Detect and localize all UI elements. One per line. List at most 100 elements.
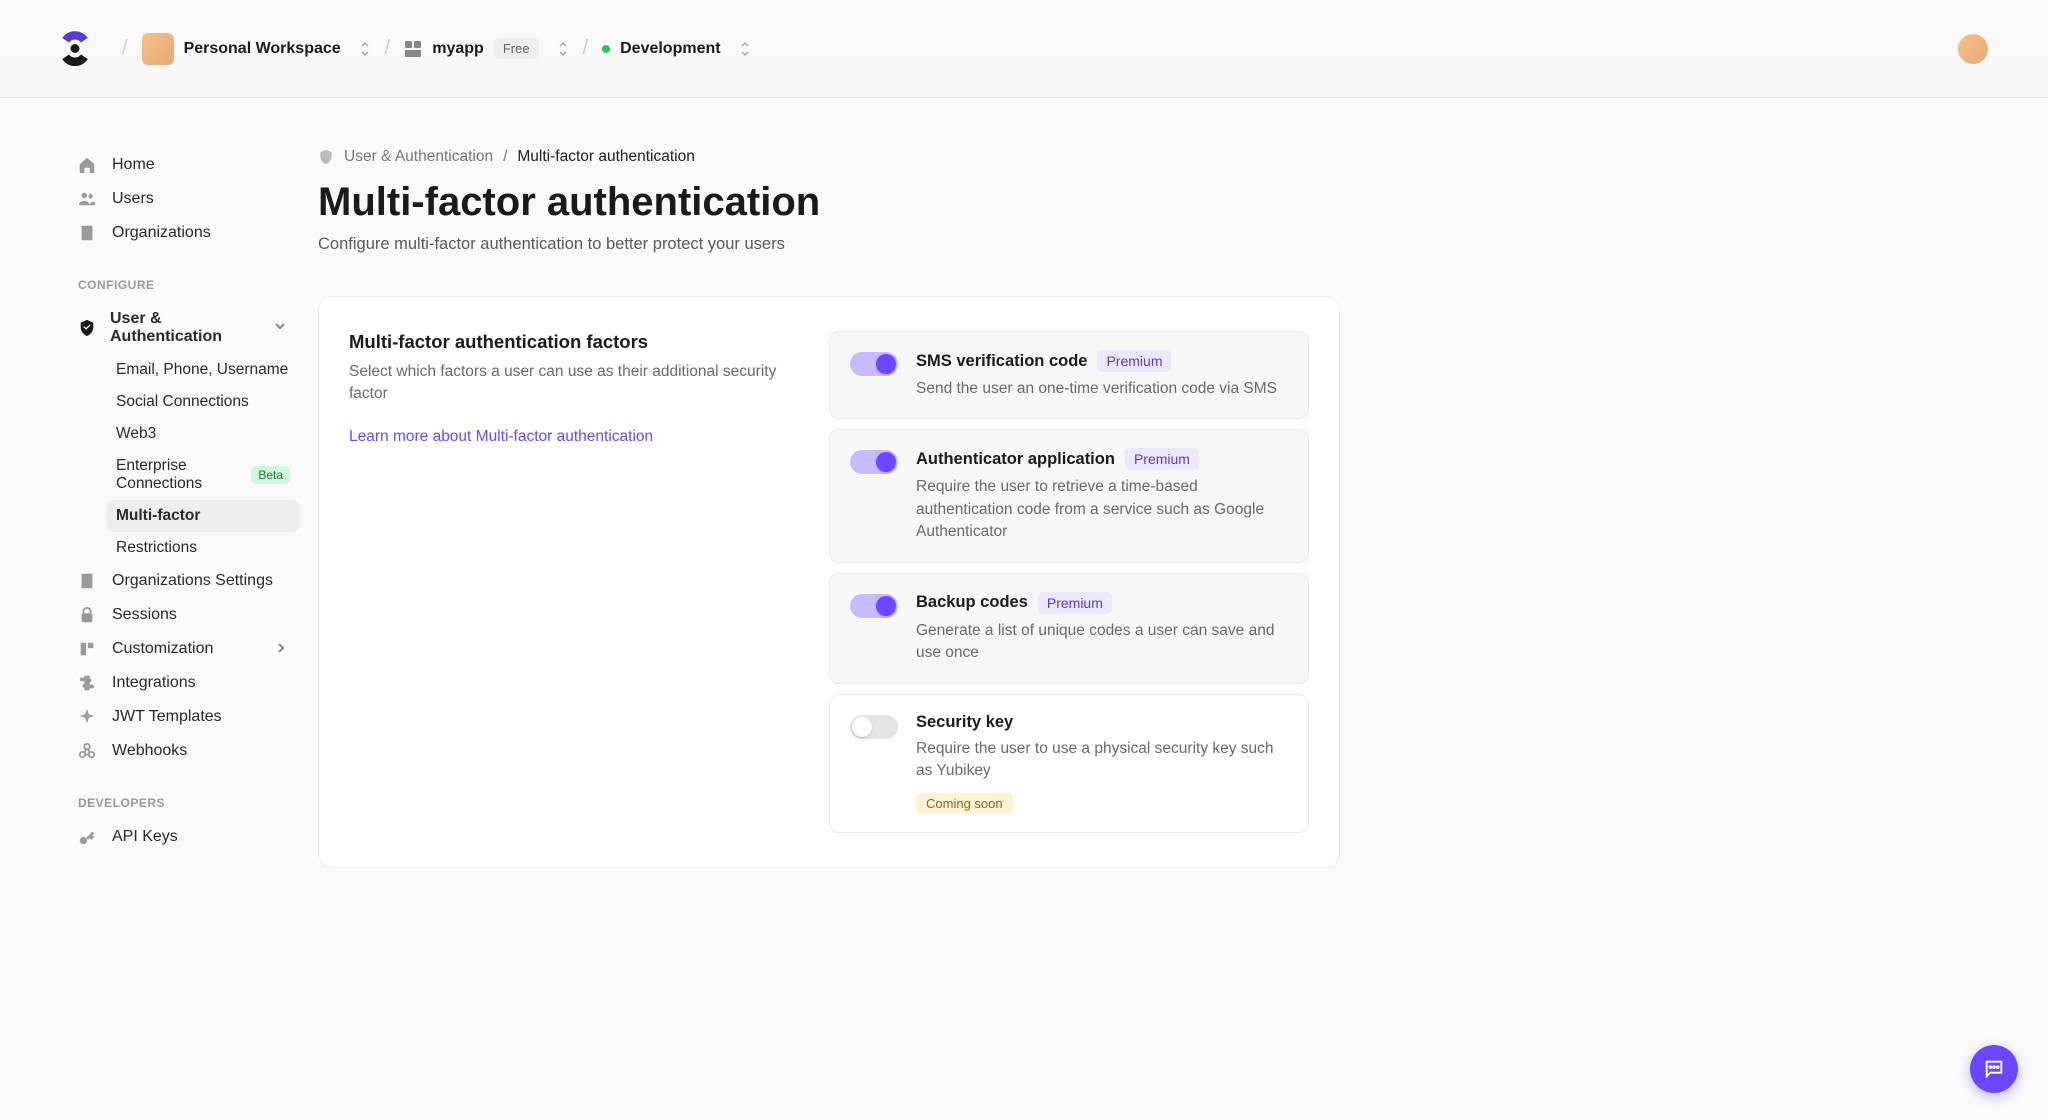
factor-title: Backup codes [916, 593, 1028, 612]
workspace-selector[interactable]: Personal Workspace [142, 33, 371, 65]
chat-icon [1983, 1058, 2005, 1080]
sidebar-item-customization[interactable]: Customization [78, 632, 300, 666]
sidebar-item-label: User & Authentication [110, 310, 250, 346]
premium-badge: Premium [1038, 592, 1112, 614]
coming-soon-badge: Coming soon [916, 793, 1013, 814]
workspace-avatar [142, 33, 174, 65]
factor-row: Backup codes Premium Generate a list of … [829, 573, 1309, 684]
page-title: Multi-factor authentication [318, 180, 1340, 225]
learn-more-link[interactable]: Learn more about Multi-factor authentica… [349, 428, 653, 445]
sidebar-item-label: Webhooks [112, 742, 187, 760]
app-selector[interactable]: myapp Free [404, 38, 568, 59]
shield-check-icon [78, 319, 96, 337]
lock-icon [78, 606, 98, 624]
sidebar-item-users[interactable]: Users [78, 182, 300, 216]
app-name: myapp [432, 40, 484, 58]
breadcrumb-separator: / [385, 37, 391, 60]
workspace-name: Personal Workspace [184, 40, 341, 58]
sidebar-item-label: Restrictions [116, 539, 197, 557]
sidebar-item-integrations[interactable]: Integrations [78, 666, 300, 700]
factor-title: Authenticator application [916, 450, 1115, 469]
premium-badge: Premium [1125, 448, 1199, 470]
breadcrumb-separator: / [583, 37, 589, 60]
factors-card: Multi-factor authentication factors Sele… [318, 296, 1340, 868]
sidebar-item-multi-factor[interactable]: Multi-factor [106, 500, 300, 532]
sidebar-item-email-phone[interactable]: Email, Phone, Username [106, 354, 300, 386]
factor-toggle[interactable] [850, 594, 898, 618]
sidebar-item-label: Organizations Settings [112, 572, 273, 590]
factor-description: Send the user an one-time verification c… [916, 378, 1288, 400]
user-avatar[interactable] [1958, 34, 1988, 64]
sidebar-heading-configure: CONFIGURE [78, 250, 300, 302]
sidebar-item-label: API Keys [112, 828, 178, 846]
sidebar-item-label: Integrations [112, 674, 196, 692]
topbar: / Personal Workspace / myapp Free / Deve… [0, 0, 2048, 98]
sidebar-item-label: Multi-factor [116, 507, 200, 525]
sidebar-item-label: Sessions [112, 606, 177, 624]
sidebar-item-label: Users [112, 190, 154, 208]
shield-icon [318, 149, 334, 165]
sidebar-item-label: Organizations [112, 224, 211, 242]
premium-badge: Premium [1097, 350, 1171, 372]
factor-description: Require the user to use a physical secur… [916, 738, 1288, 783]
breadcrumb-current: Multi-factor authentication [517, 148, 694, 166]
sidebar-item-label: Email, Phone, Username [116, 361, 288, 379]
factor-description: Generate a list of unique codes a user c… [916, 620, 1288, 665]
sidebar-item-label: Web3 [116, 425, 156, 443]
factor-description: Require the user to retrieve a time-base… [916, 476, 1288, 543]
plan-badge: Free [494, 38, 539, 59]
building-icon [78, 572, 98, 590]
palette-icon [78, 640, 98, 658]
panel-description: Select which factors a user can use as t… [349, 361, 789, 406]
environment-selector[interactable]: Development [602, 40, 750, 58]
factor-row: Security key Require the user to use a p… [829, 694, 1309, 833]
chevron-up-down-icon [557, 41, 569, 57]
sidebar-item-user-auth[interactable]: User & Authentication [78, 302, 300, 354]
sidebar-heading-developers: DEVELOPERS [78, 768, 300, 820]
webhooks-icon [78, 742, 98, 760]
environment-name: Development [620, 40, 720, 58]
sidebar-item-webhooks[interactable]: Webhooks [78, 734, 300, 768]
factor-toggle[interactable] [850, 715, 898, 739]
sidebar-item-label: Home [112, 156, 155, 174]
factor-toggle[interactable] [850, 352, 898, 376]
sidebar-item-api-keys[interactable]: API Keys [78, 820, 300, 854]
sidebar-item-home[interactable]: Home [78, 148, 300, 182]
chevron-up-down-icon [739, 41, 751, 57]
building-icon [78, 224, 98, 242]
users-icon [78, 190, 98, 208]
factor-title: SMS verification code [916, 352, 1087, 371]
puzzle-icon [78, 674, 98, 692]
sidebar-item-restrictions[interactable]: Restrictions [106, 532, 300, 564]
chevron-down-icon [274, 319, 286, 337]
breadcrumb: User & Authentication / Multi-factor aut… [318, 148, 1340, 166]
chat-fab[interactable] [1970, 1045, 2018, 1093]
factor-row: SMS verification code Premium Send the u… [829, 331, 1309, 419]
home-icon [78, 156, 98, 174]
panel-title: Multi-factor authentication factors [349, 331, 789, 353]
page-subtitle: Configure multi-factor authentication to… [318, 235, 1340, 254]
sidebar-item-web3[interactable]: Web3 [106, 418, 300, 450]
factor-toggle[interactable] [850, 450, 898, 474]
key-icon [78, 828, 98, 846]
sidebar-item-label: Enterprise Connections [116, 457, 241, 493]
product-logo [60, 31, 90, 66]
factor-title: Security key [916, 713, 1013, 732]
chevron-up-down-icon [359, 41, 371, 57]
sidebar-item-sessions[interactable]: Sessions [78, 598, 300, 632]
sidebar-item-organizations[interactable]: Organizations [78, 216, 300, 250]
sidebar-item-jwt[interactable]: JWT Templates [78, 700, 300, 734]
breadcrumb-parent[interactable]: User & Authentication [344, 148, 493, 166]
status-dot-icon [602, 45, 610, 53]
breadcrumb-separator: / [503, 148, 507, 166]
main-content: User & Authentication / Multi-factor aut… [300, 98, 1420, 908]
app-icon [404, 40, 422, 58]
sidebar: Home Users Organizations CONFIGURE User … [0, 98, 300, 908]
breadcrumb-separator: / [122, 37, 128, 60]
sidebar-item-social[interactable]: Social Connections [106, 386, 300, 418]
sparkle-icon [78, 708, 98, 726]
sidebar-item-label: Customization [112, 640, 213, 658]
sidebar-item-org-settings[interactable]: Organizations Settings [78, 564, 300, 598]
sidebar-item-enterprise[interactable]: Enterprise ConnectionsBeta [106, 450, 300, 500]
factor-row: Authenticator application Premium Requir… [829, 429, 1309, 562]
